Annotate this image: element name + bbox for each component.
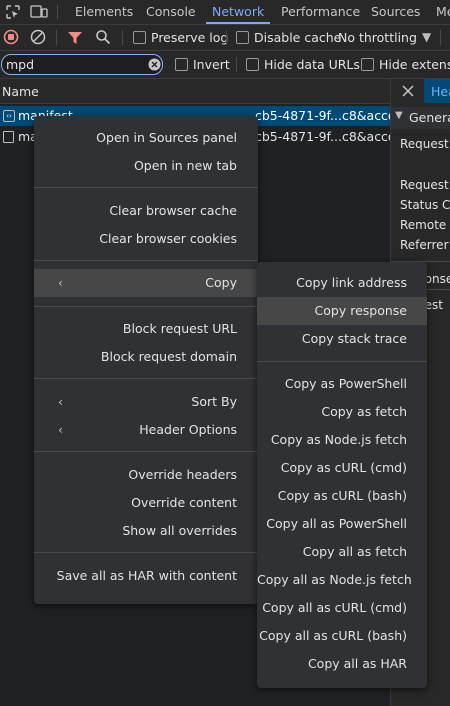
chevron-left-icon: ‹ — [58, 422, 63, 437]
menu-item-copy-stack-trace[interactable]: Copy stack trace — [257, 325, 407, 353]
context-menu: Open in Sources panel Open in new tab Cl… — [34, 116, 258, 604]
preserve-log-checkbox[interactable] — [133, 31, 146, 44]
devtools-tab-bar: Elements Console Network Performance Sou… — [0, 0, 450, 25]
menu-item-block-url[interactable]: Block request URL — [34, 315, 237, 343]
menu-item-open-in-sources[interactable]: Open in Sources panel — [34, 124, 237, 152]
hide-extensions-label: Hide extensio — [379, 57, 450, 72]
menu-item-open-in-new-tab[interactable]: Open in new tab — [34, 152, 237, 180]
triangle-down-icon: ▼ — [395, 110, 403, 121]
stop-recording-icon[interactable] — [3, 29, 19, 45]
divider — [56, 30, 57, 45]
invert-checkbox[interactable] — [175, 58, 188, 71]
filter-input-value[interactable]: mpd — [6, 57, 34, 72]
menu-item-copy-all-as-nodejs-fetch[interactable]: Copy all as Node.js fetch — [257, 566, 412, 594]
filter-bar: mpd Invert Hide data URLs Hide extensio — [0, 51, 450, 79]
tab-elements[interactable]: Elements — [75, 0, 133, 24]
clear-icon[interactable] — [30, 29, 46, 45]
tab-performance[interactable]: Performance — [281, 0, 360, 24]
close-icon[interactable] — [402, 85, 414, 97]
requests-table-header: Name — [0, 79, 390, 104]
referrer-policy-label: Referrer P — [400, 238, 450, 252]
name-column-header[interactable]: Name — [2, 84, 39, 99]
request-name-suffix: cb5-4871-9f...c8&acco... — [255, 129, 390, 144]
preserve-log-label: Preserve log — [151, 30, 229, 45]
menu-item-copy-all-as-curl-bash[interactable]: Copy all as cURL (bash) — [257, 622, 407, 650]
disable-cache-checkbox[interactable] — [236, 31, 249, 44]
filter-icon[interactable] — [67, 30, 83, 46]
invert-label: Invert — [193, 57, 230, 72]
menu-item-copy[interactable]: ‹ Copy — [34, 269, 258, 297]
remote-address-label: Remote A — [400, 218, 450, 232]
general-section[interactable]: ▼ General — [391, 107, 450, 129]
divider — [440, 30, 441, 45]
menu-item-copy-all-as-powershell[interactable]: Copy all as PowerShell — [257, 510, 407, 538]
menu-separator — [34, 187, 258, 188]
disable-cache-label: Disable cache — [254, 30, 342, 45]
tab-headers[interactable]: Hea — [424, 79, 450, 103]
menu-separator — [34, 306, 258, 307]
tab-console[interactable]: Console — [146, 0, 196, 24]
divider — [57, 5, 58, 19]
divider — [226, 30, 227, 45]
menu-item-copy-all-as-curl-cmd[interactable]: Copy all as cURL (cmd) — [257, 594, 407, 622]
menu-item-copy-as-nodejs-fetch[interactable]: Copy as Node.js fetch — [257, 426, 407, 454]
request-method-label: Request M — [400, 178, 450, 192]
hide-extensions-checkbox[interactable] — [361, 58, 374, 71]
menu-item-show-all-overrides[interactable]: Show all overrides — [34, 517, 237, 545]
menu-separator — [34, 451, 258, 452]
menu-item-copy-as-fetch[interactable]: Copy as fetch — [257, 398, 407, 426]
clear-filter-icon[interactable] — [148, 58, 161, 71]
search-icon[interactable] — [95, 29, 111, 45]
network-toolbar: Preserve log Disable cache No throttling… — [0, 25, 450, 51]
tab-sources[interactable]: Sources — [371, 0, 420, 24]
menu-separator — [34, 378, 258, 379]
chevron-down-icon[interactable]: ▼ — [422, 30, 431, 44]
tab-more[interactable]: Me — [436, 0, 450, 24]
file-icon — [3, 131, 14, 143]
chevron-left-icon: ‹ — [58, 275, 63, 290]
copy-submenu: Copy link address Copy response Copy sta… — [257, 262, 427, 688]
request-name-suffix: cb5-4871-9f...c8&acco... — [255, 108, 390, 123]
menu-item-override-content[interactable]: Override content — [34, 489, 237, 517]
menu-item-copy-as-curl-cmd[interactable]: Copy as cURL (cmd) — [257, 454, 407, 482]
inspect-element-icon[interactable] — [5, 4, 21, 20]
menu-item-copy-response[interactable]: Copy response — [257, 297, 427, 325]
menu-separator — [34, 260, 258, 261]
menu-separator — [257, 361, 427, 362]
divider — [122, 30, 123, 45]
menu-item-copy-all-as-har[interactable]: Copy all as HAR — [257, 650, 407, 678]
divider — [236, 57, 237, 72]
chevron-left-icon: ‹ — [58, 394, 63, 409]
menu-item-copy-link-address[interactable]: Copy link address — [257, 269, 407, 297]
menu-item-block-domain[interactable]: Block request domain — [34, 343, 237, 371]
menu-item-save-har[interactable]: Save all as HAR with content — [34, 562, 237, 590]
filter-input[interactable]: mpd — [1, 54, 163, 75]
menu-item-sort-by[interactable]: ‹ Sort By — [34, 388, 258, 416]
tab-network[interactable]: Network — [205, 0, 271, 24]
throttling-select[interactable]: No throttling — [338, 30, 417, 45]
menu-item-copy-as-powershell[interactable]: Copy as PowerShell — [257, 370, 407, 398]
menu-item-clear-cache[interactable]: Clear browser cache — [34, 197, 237, 225]
hide-data-urls-checkbox[interactable] — [246, 58, 259, 71]
document-icon: ‹› — [3, 110, 15, 122]
menu-item-header-options[interactable]: ‹ Header Options — [34, 416, 258, 444]
menu-separator — [34, 552, 258, 553]
menu-item-copy-as-curl-bash[interactable]: Copy as cURL (bash) — [257, 482, 407, 510]
menu-item-clear-cookies[interactable]: Clear browser cookies — [34, 225, 237, 253]
request-url-label: Request U — [400, 137, 450, 151]
device-toolbar-icon[interactable] — [30, 4, 48, 20]
hide-data-urls-label: Hide data URLs — [264, 57, 360, 72]
status-code-label: Status Co — [400, 198, 450, 212]
menu-item-copy-all-as-fetch[interactable]: Copy all as fetch — [257, 538, 407, 566]
menu-item-override-headers[interactable]: Override headers — [34, 461, 237, 489]
